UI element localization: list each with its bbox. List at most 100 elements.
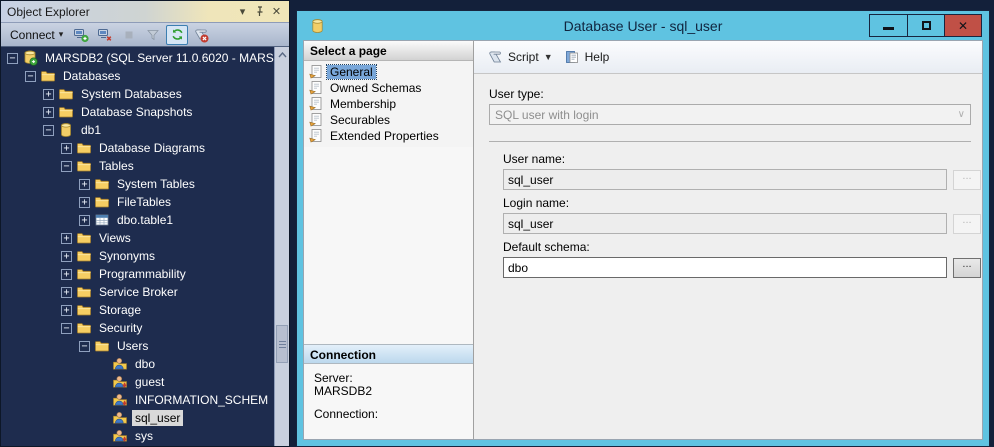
page-item-membership[interactable]: Membership: [308, 96, 471, 111]
page-item-extended-properties[interactable]: Extended Properties: [308, 128, 471, 143]
pages-header: Select a page: [304, 41, 473, 61]
tree-item-tables[interactable]: − Tables: [1, 157, 274, 175]
connect-button[interactable]: Connect ▾: [5, 26, 68, 44]
page-content-pane: Script ▼ Help User type: SQL user with l…: [474, 41, 983, 439]
tree-item-dbo[interactable]: dbo: [1, 355, 274, 373]
tree-item-sql-user[interactable]: sql_user: [1, 409, 274, 427]
dialog-title: Database User - sql_user: [564, 18, 723, 34]
folder-icon: [76, 320, 92, 336]
page-icon: [308, 128, 324, 144]
expand-icon[interactable]: +: [43, 107, 54, 118]
folder-icon: [94, 176, 110, 192]
tree-item-synonyms[interactable]: +Synonyms: [1, 247, 274, 265]
refresh-icon: [170, 27, 185, 42]
user-red-icon: [112, 428, 128, 444]
tree-item-sys[interactable]: sys: [1, 427, 274, 445]
expand-icon[interactable]: +: [61, 269, 72, 280]
default-schema-browse-button[interactable]: ...: [953, 258, 981, 278]
tree-item-storage[interactable]: +Storage: [1, 301, 274, 319]
tree-scrollbar[interactable]: [274, 47, 289, 446]
server-value: MARSDB2: [314, 385, 463, 398]
help-button[interactable]: Help: [559, 46, 615, 68]
tree-item-label: guest: [132, 374, 167, 390]
tree-item-database-snapshots[interactable]: + Database Snapshots: [1, 103, 274, 121]
tree-item-information-schem[interactable]: INFORMATION_SCHEM: [1, 391, 274, 409]
close-panel-icon[interactable]: ✕: [268, 3, 285, 20]
tree-item-label: Users: [114, 338, 151, 354]
tree-item-dbo-table1[interactable]: +dbo.table1: [1, 211, 274, 229]
user-name-label: User name:: [503, 152, 981, 166]
tree-item-db1[interactable]: −db1: [1, 121, 274, 139]
collapse-icon[interactable]: −: [7, 53, 18, 64]
expand-icon[interactable]: +: [43, 89, 54, 100]
tree-item-security[interactable]: − Security: [1, 319, 274, 337]
collapse-icon[interactable]: −: [61, 161, 72, 172]
connect-label: Connect: [10, 28, 55, 42]
folder-icon: [94, 194, 110, 210]
maximize-icon: [922, 21, 931, 30]
user-type-combobox: SQL user with login ∨: [489, 104, 971, 125]
window-position-menu-icon[interactable]: ▾: [234, 3, 251, 20]
user-red-icon: [112, 392, 128, 408]
database-icon: [310, 18, 325, 37]
tree-item-users[interactable]: − Users: [1, 337, 274, 355]
tree-item-service-broker[interactable]: +Service Broker: [1, 283, 274, 301]
disable-script-button[interactable]: [190, 25, 212, 45]
scrollbar-thumb[interactable]: [276, 325, 288, 363]
tree-item-label: Tables: [96, 158, 137, 174]
expand-icon[interactable]: +: [79, 197, 90, 208]
tree-item-label: MARSDB2 (SQL Server 11.0.6020 - MARSD: [42, 50, 274, 66]
disconnect-server-button[interactable]: [94, 25, 116, 45]
server-icon: [22, 50, 38, 66]
tree-item-label: Database Diagrams: [96, 140, 208, 156]
dialog-toolbar: Script ▼ Help: [474, 41, 983, 74]
default-schema-input[interactable]: [503, 257, 947, 278]
tree-item-label: Security: [96, 320, 145, 336]
expand-icon[interactable]: +: [61, 143, 72, 154]
expand-icon[interactable]: +: [79, 215, 90, 226]
page-item-owned-schemas[interactable]: Owned Schemas: [308, 80, 471, 95]
tree-item-databases[interactable]: −Databases: [1, 67, 274, 85]
close-button[interactable]: ✕: [944, 15, 981, 36]
stop-button[interactable]: [118, 25, 140, 45]
connection-header: Connection: [304, 344, 473, 364]
tree-item-label: sys: [132, 428, 156, 444]
connection-label: Connection:: [314, 408, 463, 421]
tree-item-database-diagrams[interactable]: + Database Diagrams: [1, 139, 274, 157]
minimize-button[interactable]: [870, 15, 907, 36]
collapse-icon[interactable]: −: [43, 125, 54, 136]
pin-icon[interactable]: [251, 3, 268, 20]
expand-icon[interactable]: +: [61, 233, 72, 244]
tree-item-filetables[interactable]: +FileTables: [1, 193, 274, 211]
connect-server-icon: [73, 27, 89, 43]
expand-icon[interactable]: +: [79, 179, 90, 190]
tree-item-system-databases[interactable]: +System Databases: [1, 85, 274, 103]
collapse-icon[interactable]: −: [79, 341, 90, 352]
disconnect-server-icon: [97, 27, 113, 43]
tree-item-system-tables[interactable]: +System Tables: [1, 175, 274, 193]
expand-icon[interactable]: +: [61, 251, 72, 262]
tree-item-label: Database Snapshots: [78, 104, 195, 120]
expand-icon[interactable]: +: [61, 287, 72, 298]
script-button[interactable]: Script: [482, 46, 544, 68]
left-pane-spacer: [304, 147, 473, 344]
collapse-icon[interactable]: −: [61, 323, 72, 334]
maximize-button[interactable]: [907, 15, 944, 36]
folder-icon: [76, 302, 92, 318]
tree-item-programmability[interactable]: +Programmability: [1, 265, 274, 283]
filter-button[interactable]: [142, 25, 164, 45]
page-item-securables[interactable]: Securables: [308, 112, 471, 127]
tree-item-marsdb2-sql-server-11-0-6020-marsd[interactable]: − MARSDB2 (SQL Server 11.0.6020 - MARSD: [1, 49, 274, 67]
scrollbar-up-icon[interactable]: [275, 47, 289, 62]
tree-item-guest[interactable]: guest: [1, 373, 274, 391]
collapse-icon[interactable]: −: [25, 71, 36, 82]
connect-server-button[interactable]: [70, 25, 92, 45]
page-item-general[interactable]: General: [308, 64, 471, 79]
tree-item-views[interactable]: +Views: [1, 229, 274, 247]
filter-icon: [145, 27, 161, 43]
folder-icon: [76, 266, 92, 282]
script-dropdown-icon[interactable]: ▼: [544, 49, 559, 65]
expand-icon[interactable]: +: [61, 305, 72, 316]
page-selector-pane: Select a page GeneralOwned SchemasMember…: [304, 41, 474, 439]
refresh-button[interactable]: [166, 25, 188, 45]
